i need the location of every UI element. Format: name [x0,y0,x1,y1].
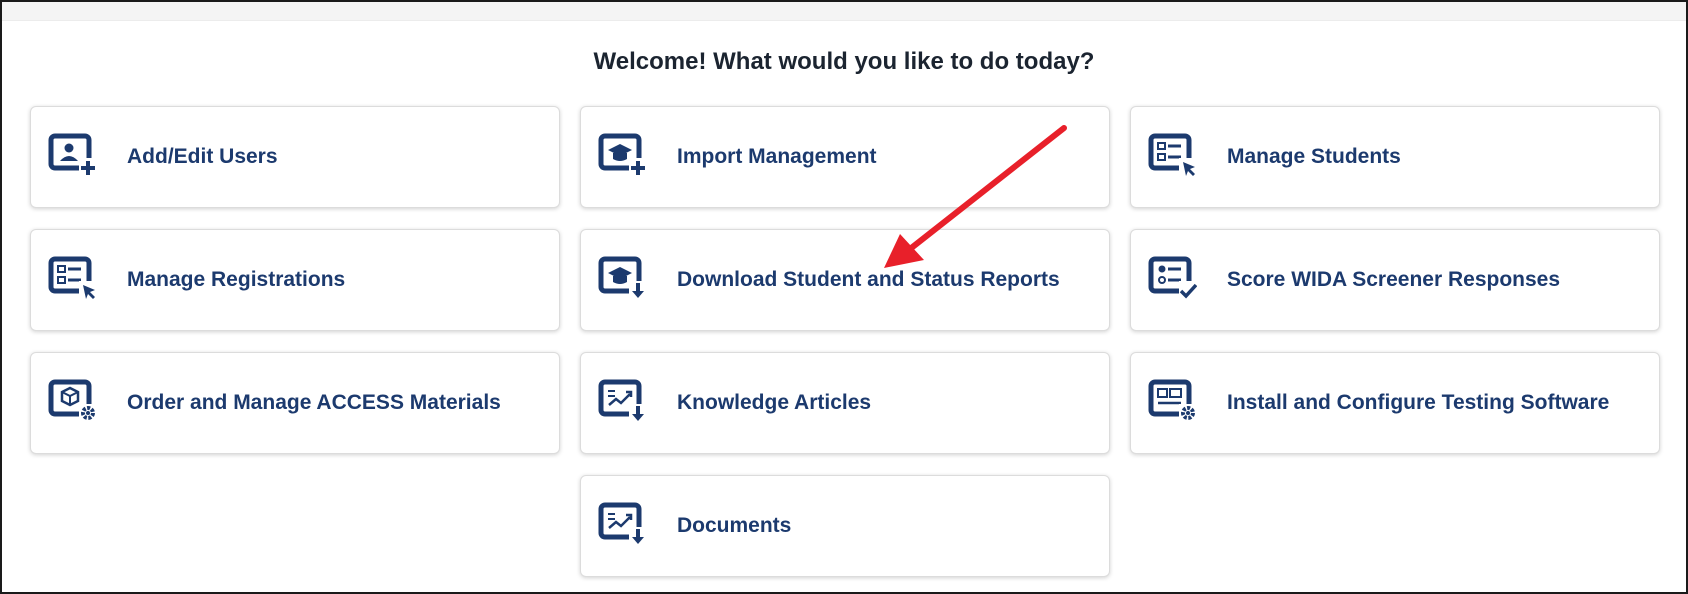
annotation-arrow [884,125,1067,268]
welcome-panel: Welcome! What would you like to do today… [0,0,1688,594]
